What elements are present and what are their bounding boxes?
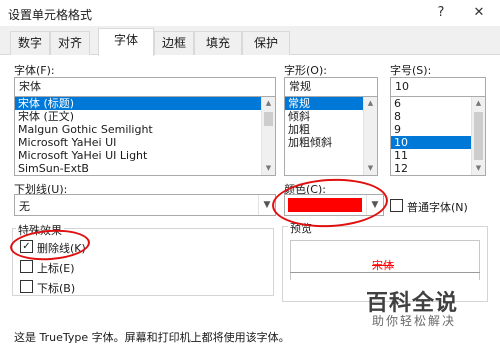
font-input[interactable]: 宋体 xyxy=(14,77,276,97)
tab-protection[interactable]: 保护 xyxy=(242,31,290,55)
superscript-label: 上标(E) xyxy=(37,262,75,275)
underline-select[interactable]: 无 ▼ xyxy=(14,194,276,216)
tab-number[interactable]: 数字 xyxy=(10,31,50,55)
size-list[interactable]: 6 8 9 10 11 12 ▲ ▼ xyxy=(390,96,486,176)
scroll-down-icon[interactable]: ▼ xyxy=(262,162,275,175)
tab-alignment[interactable]: 对齐 xyxy=(50,31,90,55)
style-input[interactable]: 常规 xyxy=(284,77,378,97)
tab-border[interactable]: 边框 xyxy=(154,31,194,55)
font-option[interactable]: 宋体 (标题) xyxy=(15,97,275,110)
font-list[interactable]: 宋体 (标题) 宋体 (正文) Malgun Gothic Semilight … xyxy=(14,96,276,176)
font-option[interactable]: Malgun Gothic Semilight xyxy=(15,123,275,136)
style-list-scrollbar[interactable]: ▲ ▼ xyxy=(363,97,377,175)
scroll-up-icon[interactable]: ▲ xyxy=(364,97,377,110)
subscript-label: 下标(B) xyxy=(37,282,76,295)
scroll-thumb[interactable] xyxy=(474,112,483,160)
tab-font[interactable]: 字体 xyxy=(98,28,154,56)
scroll-up-icon[interactable]: ▲ xyxy=(472,97,485,110)
scroll-thumb[interactable] xyxy=(264,112,273,126)
size-list-scrollbar[interactable]: ▲ ▼ xyxy=(471,97,485,175)
normal-font-label: 普通字体(N) xyxy=(407,201,468,214)
font-label: 字体(F): xyxy=(14,64,55,77)
close-button[interactable]: ✕ xyxy=(468,3,490,23)
font-option[interactable]: 宋体 (正文) xyxy=(15,110,275,123)
normal-font-checkbox[interactable] xyxy=(390,199,403,212)
subscript-checkbox[interactable] xyxy=(20,280,33,293)
font-option[interactable]: SimSun-ExtB xyxy=(15,162,275,175)
dialog-title: 设置单元格格式 xyxy=(8,8,93,22)
superscript-checkbox[interactable] xyxy=(20,260,33,273)
tab-fill[interactable]: 填充 xyxy=(194,31,242,55)
scroll-up-icon[interactable]: ▲ xyxy=(262,97,275,110)
size-input[interactable]: 10 xyxy=(390,77,486,97)
style-label: 字形(O): xyxy=(284,64,327,77)
font-option[interactable]: Microsoft YaHei UI Light xyxy=(15,149,275,162)
scroll-down-icon[interactable]: ▼ xyxy=(364,162,377,175)
watermark-tagline: 助你轻松解决 xyxy=(372,314,457,328)
font-type-note: 这是 TrueType 字体。屏幕和打印机上都将使用该字体。 xyxy=(14,331,290,344)
underline-value: 无 xyxy=(19,200,30,213)
style-list[interactable]: 常规 倾斜 加粗 加粗倾斜 ▲ ▼ xyxy=(284,96,378,176)
font-option[interactable]: Microsoft YaHei UI xyxy=(15,136,275,149)
preview-sample: 宋体 xyxy=(372,259,394,272)
help-button[interactable]: ? xyxy=(430,3,452,23)
size-label: 字号(S): xyxy=(390,64,432,77)
font-list-scrollbar[interactable]: ▲ ▼ xyxy=(261,97,275,175)
scroll-down-icon[interactable]: ▼ xyxy=(472,162,485,175)
